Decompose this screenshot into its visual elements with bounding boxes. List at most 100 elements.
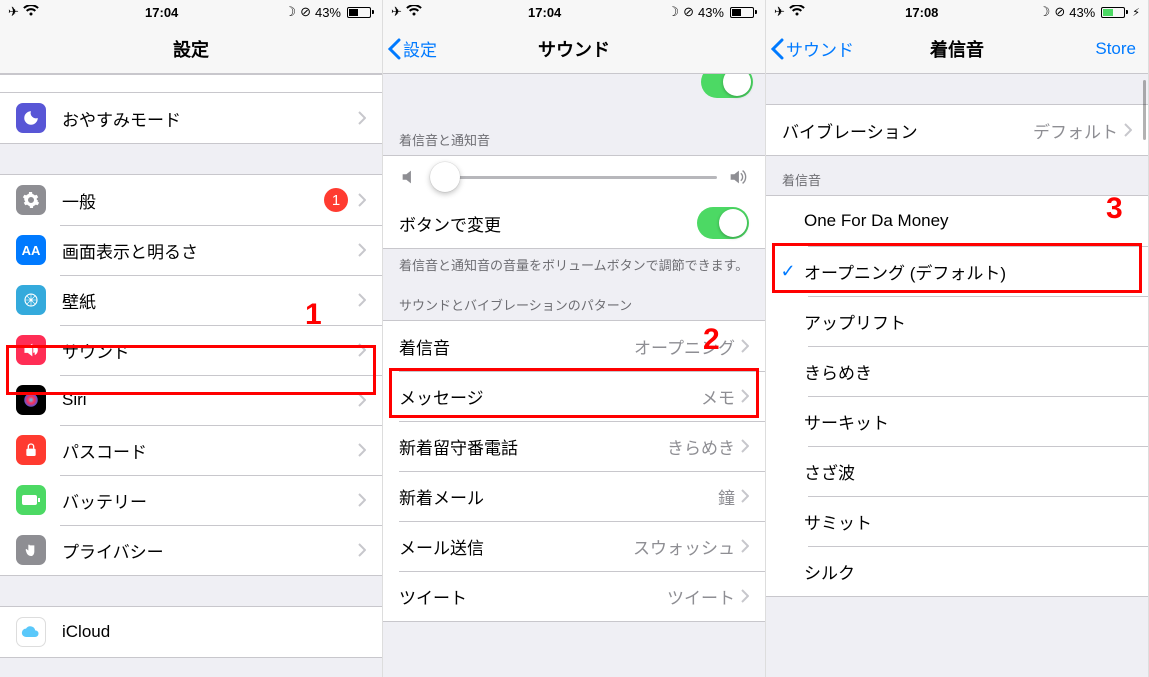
ringtone-label: One For Da Money <box>804 211 1132 231</box>
row-general[interactable]: 一般 1 <box>0 175 382 225</box>
row-value: ツイート <box>667 584 735 609</box>
sounds-panel: ✈︎ 17:04 ☽ ⊘ 43% 設定 サウンド 着信音と通知音 <box>383 0 766 677</box>
row-do-not-disturb[interactable]: おやすみモード <box>0 93 382 143</box>
airplane-icon: ✈︎ <box>8 4 19 20</box>
ringtone-label: シルク <box>804 559 1132 584</box>
text-size-icon: AA <box>16 235 46 265</box>
speaker-icon <box>16 335 46 365</box>
scroll-indicator <box>1143 80 1146 140</box>
chevron-right-icon <box>358 443 366 457</box>
sounds-list[interactable]: 着信音と通知音 ボタンで変更 着信音と通知音の音量をボリュームボタンで調節できま… <box>383 74 765 677</box>
row-change-with-buttons[interactable]: ボタンで変更 <box>383 198 765 248</box>
ringtone-label: さざ波 <box>804 459 1132 484</box>
row-label: プライバシー <box>62 538 358 563</box>
nav-bar: 設定 <box>0 24 382 74</box>
row-wallpaper[interactable]: 壁紙 <box>0 275 382 325</box>
lock-icon <box>16 435 46 465</box>
row-new-mail[interactable]: 新着メール 鐘 <box>383 471 765 521</box>
checkmark-icon: ✓ <box>772 261 804 282</box>
rotation-lock-icon: ⊘ <box>300 4 311 20</box>
gear-icon <box>16 185 46 215</box>
status-bar: ✈︎ 17:08 ☽ ⊘ 43% ⚡︎ <box>766 0 1148 24</box>
row-label: ボタンで変更 <box>399 211 697 236</box>
rotation-lock-icon: ⊘ <box>683 4 694 20</box>
charging-icon: ⚡︎ <box>1132 6 1140 19</box>
ringtone-item[interactable]: サミット <box>766 496 1148 546</box>
chevron-right-icon <box>741 439 749 453</box>
battery-icon <box>345 7 374 18</box>
status-bar: ✈︎ 17:04 ☽ ⊘ 43% <box>383 0 765 24</box>
hand-icon <box>16 535 46 565</box>
row-value: デフォルト <box>1033 118 1118 143</box>
ringtone-item[interactable]: ✓オープニング (デフォルト) <box>766 246 1148 296</box>
battery-pct: 43% <box>698 5 724 20</box>
row-label: メッセージ <box>399 384 701 409</box>
section-header: サウンドとバイブレーションのパターン <box>383 281 765 320</box>
row-label: 新着留守番電話 <box>399 434 667 459</box>
store-button[interactable]: Store <box>1095 39 1136 59</box>
chevron-right-icon <box>358 493 366 507</box>
ringtone-item[interactable]: アップリフト <box>766 296 1148 346</box>
ringtone-item[interactable]: シルク <box>766 546 1148 596</box>
section-footer: 着信音と通知音の音量をボリュームボタンで調節できます。 <box>383 249 765 281</box>
chevron-right-icon <box>358 193 366 207</box>
ringtone-panel: ✈︎ 17:08 ☽ ⊘ 43% ⚡︎ サウンド 着信音 Store バイブレー… <box>766 0 1149 677</box>
volume-slider-row[interactable] <box>383 156 765 198</box>
row-label: バイブレーション <box>782 118 1033 143</box>
row-siri[interactable]: Siri <box>0 375 382 425</box>
row-ringtone[interactable]: 着信音 オープニング <box>383 321 765 371</box>
ringtone-item[interactable]: サーキット <box>766 396 1148 446</box>
battery-icon <box>16 485 46 515</box>
chevron-right-icon <box>358 293 366 307</box>
row-sounds[interactable]: サウンド <box>0 325 382 375</box>
page-title: サウンド <box>538 36 610 62</box>
row-sent-mail[interactable]: メール送信 スウォッシュ <box>383 521 765 571</box>
row-battery[interactable]: バッテリー <box>0 475 382 525</box>
row-tweet[interactable]: ツイート ツイート <box>383 571 765 621</box>
row-passcode[interactable]: パスコード <box>0 425 382 475</box>
speaker-high-icon <box>727 166 749 188</box>
speaker-low-icon <box>399 166 421 188</box>
row-label: 壁紙 <box>62 288 358 313</box>
section-header: 着信音と通知音 <box>383 116 765 155</box>
battery-pct: 43% <box>1069 5 1095 20</box>
row-vibration[interactable]: バイブレーション デフォルト <box>766 105 1148 155</box>
row-icloud[interactable]: iCloud <box>0 607 382 657</box>
back-button[interactable]: 設定 <box>387 36 437 61</box>
row-display[interactable]: AA 画面表示と明るさ <box>0 225 382 275</box>
row-label: メール送信 <box>399 534 633 559</box>
settings-list[interactable]: おやすみモード 一般 1 AA 画面表示と明るさ <box>0 74 382 677</box>
moon-icon: ☽ <box>284 4 296 20</box>
row-label: 画面表示と明るさ <box>62 238 358 263</box>
ringtone-label: サミット <box>804 509 1132 534</box>
ringtone-item[interactable]: さざ波 <box>766 446 1148 496</box>
wifi-icon <box>789 5 805 20</box>
wifi-icon <box>406 5 422 20</box>
chevron-right-icon <box>741 539 749 553</box>
row-label: ツイート <box>399 584 667 609</box>
row-message-tone[interactable]: メッセージ メモ <box>383 371 765 421</box>
battery-icon <box>728 7 757 18</box>
ringtone-item[interactable]: きらめき <box>766 346 1148 396</box>
nav-bar: サウンド 着信音 Store <box>766 24 1148 74</box>
cloud-icon <box>16 617 46 647</box>
row-label: 新着メール <box>399 484 718 509</box>
status-bar: ✈︎ 17:04 ☽ ⊘ 43% <box>0 0 382 24</box>
row-privacy[interactable]: プライバシー <box>0 525 382 575</box>
status-time: 17:08 <box>905 5 938 20</box>
toggle-switch[interactable] <box>697 207 749 239</box>
row-value: メモ <box>701 384 735 409</box>
row-voicemail[interactable]: 新着留守番電話 きらめき <box>383 421 765 471</box>
siri-icon <box>16 385 46 415</box>
row-value: きらめき <box>667 434 735 459</box>
row-label: 一般 <box>62 188 324 213</box>
back-button[interactable]: サウンド <box>770 36 854 61</box>
volume-slider[interactable] <box>431 176 717 179</box>
slider-thumb[interactable] <box>430 162 460 192</box>
chevron-right-icon <box>741 339 749 353</box>
moon-icon <box>16 103 46 133</box>
ringtone-item[interactable]: One For Da Money <box>766 196 1148 246</box>
status-time: 17:04 <box>528 5 561 20</box>
row-label: 着信音 <box>399 334 634 359</box>
ringtone-list[interactable]: バイブレーション デフォルト 着信音 One For Da Money✓オープニ… <box>766 74 1148 677</box>
